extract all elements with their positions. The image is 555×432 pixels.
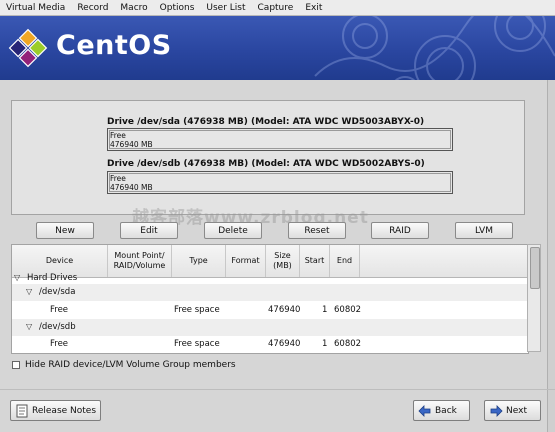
brand-name: CentOS [56, 30, 172, 61]
scrollbar-thumb[interactable] [530, 247, 540, 289]
drive-sdb-label: Free [110, 174, 126, 183]
drive-sdb-bar[interactable]: Free 476940 MB [107, 171, 453, 194]
centos-logo-icon [8, 28, 48, 68]
drive-sda-label: Free [110, 131, 126, 140]
hide-raid-checkbox[interactable] [12, 361, 20, 369]
arrow-right-icon [490, 404, 503, 417]
table-scrollbar[interactable] [527, 244, 541, 352]
window-scrollbar[interactable] [547, 80, 555, 432]
menu-bar: Virtual Media Record Macro Options User … [0, 0, 555, 16]
drive-sdb-size: 476940 MB [110, 183, 153, 192]
next-button[interactable]: Next [484, 400, 541, 421]
drive-sda-size: 476940 MB [110, 140, 153, 149]
hide-raid-label[interactable]: Hide RAID device/LVM Volume Group member… [25, 360, 236, 370]
row-device: /dev/sda [39, 287, 76, 297]
row-end: 60802 [334, 339, 362, 349]
table-row[interactable]: ▽ Hard Drives [12, 273, 528, 283]
table-row[interactable]: Free Free space 476940 1 60802 [12, 336, 528, 353]
menu-record[interactable]: Record [71, 3, 114, 13]
arrow-left-icon [418, 404, 431, 417]
menu-options[interactable]: Options [154, 3, 201, 13]
table-row[interactable]: ▽ /dev/sda [12, 284, 528, 301]
row-device: Free [50, 339, 69, 349]
row-type: Free space [174, 305, 220, 315]
delete-button[interactable]: Delete [204, 222, 262, 239]
collapse-arrow-icon[interactable]: ▽ [14, 273, 20, 282]
back-label: Back [435, 405, 457, 416]
row-type: Free space [174, 339, 220, 349]
menu-virtual-media[interactable]: Virtual Media [0, 3, 71, 13]
edit-button[interactable]: Edit [120, 222, 178, 239]
row-start: 1 [322, 305, 328, 315]
document-icon [16, 404, 28, 417]
release-notes-label: Release Notes [32, 405, 97, 416]
new-button[interactable]: New [36, 222, 94, 239]
reset-button[interactable]: Reset [288, 222, 346, 239]
release-notes-button[interactable]: Release Notes [10, 400, 101, 421]
drive-sdb-title: Drive /dev/sdb (476938 MB) (Model: ATA W… [107, 159, 425, 169]
next-label: Next [506, 405, 527, 416]
raid-button[interactable]: RAID [371, 222, 429, 239]
swirl-decoration [314, 16, 555, 80]
menu-user-list[interactable]: User List [200, 3, 251, 13]
menu-capture[interactable]: Capture [252, 3, 300, 13]
row-device: Free [50, 305, 69, 315]
drive-panel: Drive /dev/sda (476938 MB) (Model: ATA W… [11, 100, 525, 215]
row-size: 476940 [268, 339, 301, 349]
row-device: /dev/sdb [39, 322, 76, 332]
table-row[interactable]: ▽ /dev/sdb [12, 319, 528, 336]
row-start: 1 [322, 339, 328, 349]
header-banner: CentOS [0, 16, 555, 80]
menu-exit[interactable]: Exit [299, 3, 328, 13]
row-size: 476940 [268, 305, 301, 315]
footer-separator [0, 389, 555, 390]
drive-sda-title: Drive /dev/sda (476938 MB) (Model: ATA W… [107, 117, 425, 127]
drive-sda-bar[interactable]: Free 476940 MB [107, 128, 453, 151]
row-end: 60802 [334, 305, 362, 315]
table-row[interactable]: Free Free space 476940 1 60802 [12, 302, 528, 319]
lvm-button[interactable]: LVM [455, 222, 513, 239]
menu-macro[interactable]: Macro [114, 3, 153, 13]
back-button[interactable]: Back [413, 400, 470, 421]
collapse-arrow-icon[interactable]: ▽ [26, 322, 32, 331]
row-device: Hard Drives [27, 273, 78, 283]
collapse-arrow-icon[interactable]: ▽ [26, 287, 32, 296]
partition-table[interactable]: Device Mount Point/ RAID/Volume Type For… [11, 244, 529, 354]
